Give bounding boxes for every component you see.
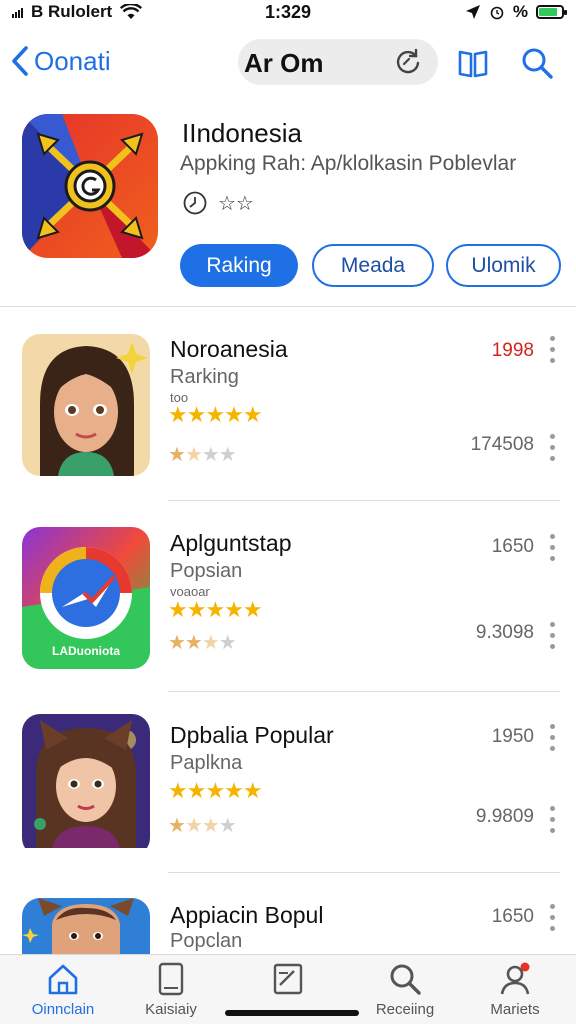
app-value-bottom-3: 9.9809 [475,806,534,827]
app-subtitle-3: Paplkna [170,752,243,774]
more-icon[interactable] [550,534,556,561]
tab-label: Receiing [375,1001,435,1018]
battery-icon [536,5,567,19]
location-arrow-icon [465,5,480,19]
stars-filled: ★ [168,444,186,466]
app-title-4[interactable]: Appiacin Bopul [170,902,323,929]
app-value-bottom-2: 9.3098 [475,622,534,643]
more-icon[interactable] [550,724,556,751]
ulomik-button[interactable]: Ulomik [446,244,561,287]
app-title-1[interactable]: Noroanesia [170,336,288,363]
featured-app-title: IIndonesia [182,118,302,148]
status-bar: B Rulolert 1:329 % [0,0,576,26]
rating-stars-3: ★★★★★ [168,778,263,803]
search-icon[interactable] [520,46,554,80]
stars-filled: ★★ [168,632,203,654]
rating-stars-secondary-1: ★★★★ [168,442,237,467]
raking-button[interactable]: Raking [180,244,298,287]
more-icon[interactable] [550,434,556,461]
app-subtitle-1: Rarking [170,366,239,388]
stars-filled: ★ [168,815,186,837]
document-icon [273,963,303,995]
featured-rating: ☆☆ [182,190,254,216]
page-title: Ar Om [244,48,324,78]
refresh-icon[interactable] [394,47,422,75]
rating-stars-secondary-3: ★★★★ [168,813,237,838]
home-icon [48,964,78,995]
back-button[interactable]: Oonati [8,44,111,78]
stars-partial: ★★ [184,815,220,837]
app-icon-compass[interactable]: LADuoniota [22,527,150,669]
app-icon-man[interactable] [22,898,150,954]
tab-label: Mariets [490,1001,540,1018]
app-value-top-3: 1950 [491,726,534,747]
tab-home[interactable]: Oinnclain [8,961,118,1018]
app-icon-woman[interactable] [22,334,150,476]
clock-icon [183,191,207,215]
tab-kaisiaiy[interactable]: Kaisiaiy [116,961,226,1018]
stars-partial: ★ [184,444,203,466]
tab-label: Kaisiaiy [145,1001,197,1018]
tab-profile[interactable]: Mariets [460,961,570,1018]
meada-button[interactable]: Meada [312,244,434,287]
featured-rating-stars: ☆☆ [218,192,254,215]
section-divider [0,306,576,307]
rating-stars-2: ★★★★★ [168,597,263,622]
tablet-icon [158,962,184,996]
app-title-3[interactable]: Dpbalia Popular [170,722,334,749]
tab-search[interactable]: Receiing [350,961,460,1018]
stars-partial: ★ [201,632,220,654]
home-indicator [225,1010,359,1016]
more-icon[interactable] [550,806,556,833]
app-subtitle-4: Popclan [170,930,243,952]
alarm-icon [490,6,504,20]
status-right: % [465,2,567,22]
featured-app-icon[interactable] [22,114,158,258]
app-value-bottom-1: 174508 [470,434,534,455]
app-value-top-2: 1650 [491,536,534,557]
stars-empty: ★★ [201,444,237,466]
person-icon [500,962,530,995]
app-icon-catgirl[interactable] [22,714,150,856]
more-icon[interactable] [550,904,556,931]
navigation-bar: Oonati Ar Om [0,36,576,88]
back-label: Oonati [34,45,111,76]
row-divider [168,872,560,873]
tab-label: Oinnclain [31,1001,95,1018]
stars-empty: ★ [218,815,237,837]
rating-stars-1: ★★★★★ [168,402,263,427]
rating-stars-secondary-2: ★★★★ [168,630,237,655]
row-divider [168,500,560,501]
app-value-top-1: 1998 [491,340,534,361]
stars-empty: ★ [218,632,237,654]
app-value-top-4: 1650 [491,906,534,927]
featured-app-subtitle: Appking Rah: Ap/klolkasin Poblevlar [180,152,517,175]
book-icon[interactable] [456,46,490,80]
chevron-left-icon [12,46,28,76]
search-icon [390,964,421,995]
more-icon[interactable] [550,622,556,649]
app-subtitle-2: Popsian [170,560,243,582]
battery-percent: % [512,2,528,21]
row-divider [168,691,560,692]
app-title-2[interactable]: Aplguntstap [170,530,291,557]
app-icon-label: LADuoniota [52,644,120,658]
more-icon[interactable] [550,336,556,363]
